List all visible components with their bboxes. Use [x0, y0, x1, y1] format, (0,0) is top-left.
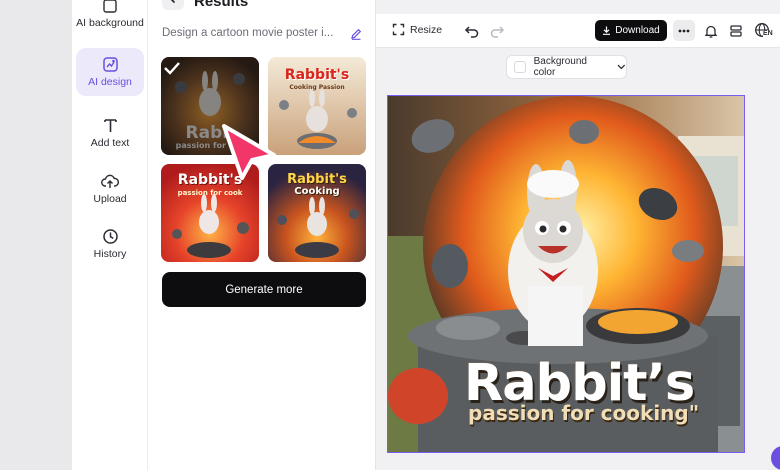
ai-design-icon — [102, 57, 118, 72]
background-color-label: Background color — [533, 56, 587, 78]
history-icon — [102, 229, 118, 244]
rail-item-history[interactable]: History — [76, 221, 144, 267]
undo-icon[interactable] — [464, 23, 480, 39]
ai-background-icon — [103, 0, 117, 13]
upload-icon — [101, 174, 119, 188]
download-icon — [603, 26, 611, 35]
download-label: Download — [615, 25, 660, 36]
edit-pencil-icon[interactable] — [349, 27, 363, 41]
thumbnail-2-subtitle: Cooking Passion — [289, 84, 345, 91]
background-color-button[interactable]: Background color — [506, 55, 627, 79]
language-switcher[interactable]: EN — [754, 22, 776, 40]
pointer-cursor-icon — [222, 124, 276, 180]
more-options-button[interactable] — [673, 20, 695, 41]
chevron-down-icon — [617, 64, 626, 70]
rail-item-add-text[interactable]: Add text — [76, 110, 144, 156]
back-button[interactable] — [162, 0, 184, 10]
color-swatch — [514, 61, 526, 73]
poster-canvas[interactable]: Rabbit’s passion for cooking" — [387, 95, 745, 453]
thumbnail-2-title: Rabbit's — [284, 67, 350, 83]
thumbnail-3-subtitle: passion for cook — [177, 189, 243, 197]
rail-label-history: History — [93, 248, 127, 260]
download-button[interactable]: Download — [595, 20, 667, 41]
rail-label-upload: Upload — [93, 193, 127, 205]
editor-toolbar: Resize Download EN — [376, 14, 780, 48]
rail-item-ai-design[interactable]: AI design — [76, 48, 144, 96]
thumbnail-4-title: Rabbit's — [287, 172, 347, 187]
rail-label-add-text: Add text — [90, 137, 130, 149]
generate-more-button[interactable]: Generate more — [162, 272, 366, 307]
result-thumbnail-4[interactable]: Rabbit's Cooking — [268, 164, 366, 262]
layers-icon[interactable] — [728, 23, 744, 39]
resize-button[interactable]: Resize — [392, 23, 442, 36]
rail-item-ai-background[interactable]: AI background — [76, 0, 144, 40]
resize-icon — [392, 23, 405, 36]
tool-rail: AI background AI design Add text Upload … — [72, 0, 148, 470]
poster-subtitle: passion for cooking" — [468, 401, 700, 425]
resize-label: Resize — [410, 23, 443, 36]
thumbnail-4-subtitle: Cooking — [294, 186, 340, 197]
more-dots-icon — [678, 29, 690, 32]
prompt-text[interactable]: Design a cartoon movie poster i... — [162, 27, 340, 39]
text-icon — [103, 119, 117, 132]
result-thumbnail-2[interactable]: Rabbit's Cooking Passion — [268, 57, 366, 155]
bell-icon[interactable] — [703, 23, 719, 39]
rail-label-ai-background: AI background — [76, 16, 144, 29]
redo-icon[interactable] — [489, 23, 505, 39]
panel-title: Results — [194, 0, 249, 10]
rail-label-ai-design: AI design — [88, 76, 132, 88]
chevron-left-icon — [170, 0, 176, 4]
language-code: EN — [763, 30, 773, 38]
results-panel: Results Design a cartoon movie poster i.… — [148, 0, 376, 470]
left-gutter — [0, 0, 72, 470]
check-icon — [164, 62, 180, 75]
rail-item-upload[interactable]: Upload — [76, 166, 144, 212]
